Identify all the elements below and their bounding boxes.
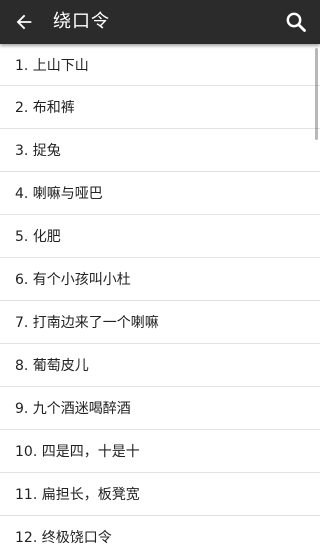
list-item-label: 8. 葡萄皮儿 bbox=[15, 358, 89, 374]
list-item[interactable]: 11. 扁担长，板凳宽 bbox=[0, 473, 320, 516]
list-item-label: 4. 喇嘛与哑巴 bbox=[15, 186, 103, 202]
list-item-label: 6. 有个小孩叫小杜 bbox=[15, 272, 131, 288]
list-item[interactable]: 9. 九个酒迷喝醉酒 bbox=[0, 387, 320, 430]
scrollbar[interactable] bbox=[315, 48, 318, 140]
list-item-label: 10. 四是四，十是十 bbox=[15, 444, 140, 460]
list-item[interactable]: 6. 有个小孩叫小杜 bbox=[0, 258, 320, 301]
list-item[interactable]: 12. 终极饶口令 bbox=[0, 516, 320, 549]
tongue-twister-list[interactable]: 1. 上山下山 2. 布和裤 3. 捉兔 4. 喇嘛与哑巴 5. 化肥 6. 有… bbox=[0, 44, 320, 549]
back-button[interactable] bbox=[6, 4, 42, 40]
list-item[interactable]: 10. 四是四，十是十 bbox=[0, 430, 320, 473]
list-item-label: 2. 布和裤 bbox=[15, 100, 75, 116]
list-item[interactable]: 2. 布和裤 bbox=[0, 86, 320, 129]
list-item[interactable]: 1. 上山下山 bbox=[0, 44, 320, 86]
list-item-label: 7. 打南边来了一个喇嘛 bbox=[15, 315, 159, 331]
list-item[interactable]: 8. 葡萄皮儿 bbox=[0, 344, 320, 387]
list-item[interactable]: 7. 打南边来了一个喇嘛 bbox=[0, 301, 320, 344]
app-screen: 绕口令 1. 上山下山 2. 布和裤 3. 捉兔 4. 喇嘛与哑巴 5. 化肥 … bbox=[0, 0, 320, 549]
search-icon bbox=[286, 12, 306, 32]
arrow-back-icon bbox=[16, 14, 32, 30]
list-item[interactable]: 3. 捉兔 bbox=[0, 129, 320, 172]
list-item[interactable]: 4. 喇嘛与哑巴 bbox=[0, 172, 320, 215]
search-button[interactable] bbox=[278, 4, 314, 40]
list-item-label: 1. 上山下山 bbox=[15, 57, 89, 74]
page-title: 绕口令 bbox=[53, 11, 110, 32]
toolbar: 绕口令 bbox=[0, 0, 320, 44]
list-item-label: 3. 捉兔 bbox=[15, 143, 61, 159]
list-item-label: 9. 九个酒迷喝醉酒 bbox=[15, 401, 131, 417]
list-item-label: 5. 化肥 bbox=[15, 229, 61, 245]
list-item-label: 12. 终极饶口令 bbox=[15, 530, 112, 546]
list-item[interactable]: 5. 化肥 bbox=[0, 215, 320, 258]
list-item-label: 11. 扁担长，板凳宽 bbox=[15, 487, 140, 503]
